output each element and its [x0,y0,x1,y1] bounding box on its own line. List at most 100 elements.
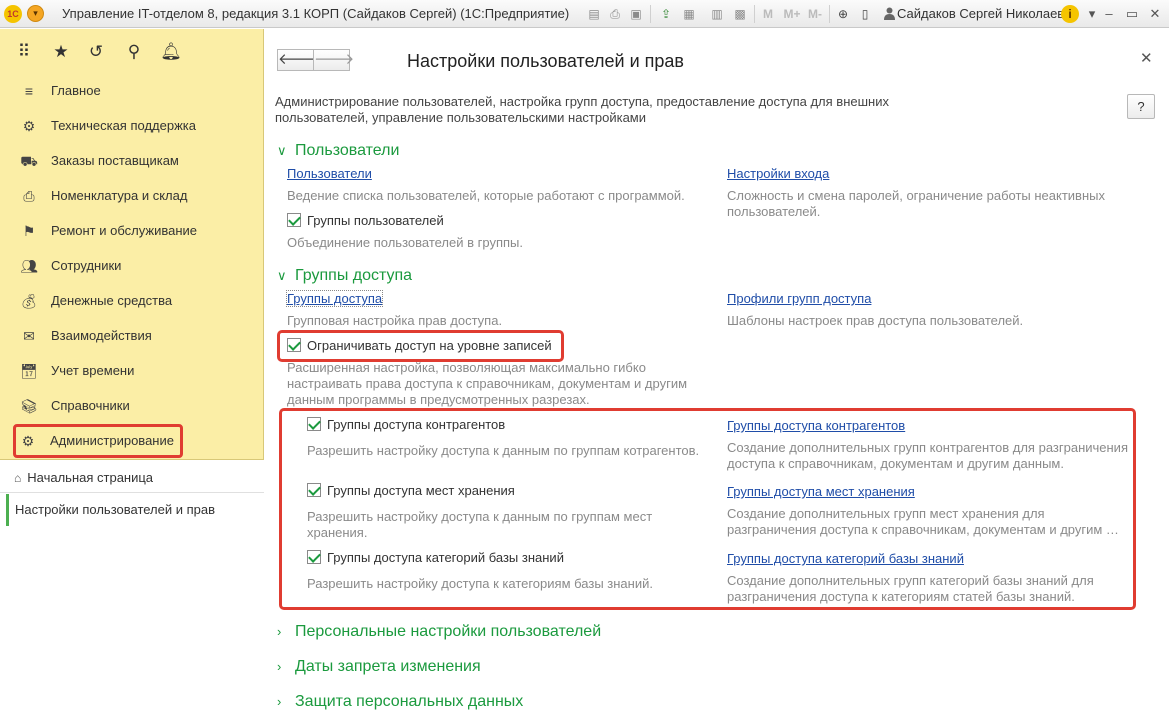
upload-icon[interactable]: ⇪ [657,5,675,23]
docs-icon[interactable]: ▦ [680,5,698,23]
help-button[interactable]: ? [1127,94,1155,119]
home-icon: ⌂ [14,471,22,485]
chevron-down-icon: ∨ [277,268,287,283]
calendar-icon[interactable]: ▩ [731,5,749,23]
users-link[interactable]: Пользователи [287,166,372,181]
sidebar-item-repair[interactable]: ⚑ Ремонт и обслуживание [14,214,258,248]
counterparty-groups-link-note: Создание дополнительных групп контрагент… [727,440,1128,471]
storage-groups-link-note: Создание дополнительных групп мест хране… [727,506,1119,537]
m-minus-icon[interactable]: M- [805,5,825,23]
sidebar-item-label: Ремонт и обслуживание [51,223,197,238]
sidebar-item-employees[interactable]: 👥︎ Сотрудники [14,249,258,283]
sidebar-item-main[interactable]: ≡ Главное [14,74,258,108]
main-menu-button[interactable]: ▾ [27,5,44,22]
knowledge-groups-link[interactable]: Группы доступа категорий базы знаний [727,551,964,566]
sidebar-item-nomenclature[interactable]: ⎙ Номенклатура и склад [14,179,258,213]
sidebar-item-label: Справочники [51,398,130,413]
sidebar-toolbar: ⠿ ★ ↺ ⚲ 🔔︎ [0,29,264,73]
info-icon[interactable]: i [1061,5,1079,23]
sidebar-item-label: Сотрудники [51,258,122,273]
access-groups-note: Групповая настройка прав доступа. [287,313,503,328]
checkbox-checked-icon [307,483,321,497]
access-profiles-link[interactable]: Профили групп доступа [727,291,871,306]
page-title: Настройки пользователей и прав [407,51,684,71]
current-user[interactable]: Сайдаков Сергей Николаевич [897,6,1078,21]
window-title: Управление IT-отделом 8, редакция 3.1 КО… [62,6,570,21]
panel-icon[interactable]: ▯ [856,5,874,23]
section-users-header[interactable]: ∨ Пользователи [277,142,399,160]
storage-groups-link[interactable]: Группы доступа мест хранения [727,484,915,499]
checkbox-label: Группы доступа категорий базы знаний [327,550,564,565]
section-title: Пользователи [295,142,400,159]
home-page-label: Начальная страница [27,470,154,485]
money-icon: 💰︎ [20,293,38,309]
save-icon[interactable]: ▤ [585,5,603,23]
sidebar-item-label: Администрирование [50,433,174,448]
sidebar-item-catalogs[interactable]: 📚︎ Справочники [14,389,258,423]
print-icon[interactable]: ⎙ [606,5,624,23]
user-icon [884,7,895,20]
sidebar-item-support[interactable]: ⚙ Техническая поддержка [14,109,258,143]
m-icon[interactable]: M [759,5,777,23]
m-plus-icon[interactable]: M+ [781,5,803,23]
counterparty-groups-checkbox[interactable]: Группы доступа контрагентов [307,417,505,432]
close-icon[interactable]: ✕ [1140,49,1153,67]
counterparty-groups-note: Разрешить настройку доступа к данным по … [307,443,700,458]
books-icon: 📚︎ [20,398,38,414]
checkbox-checked-icon [287,338,301,352]
search-icon[interactable]: ⚲ [123,41,145,63]
knowledge-groups-note: Разрешить настройку доступа к категориям… [307,576,653,591]
record-level-note: Расширенная настройка, позволяющая макси… [287,360,688,407]
maximize-icon[interactable]: ▭ [1123,5,1141,23]
access-groups-link[interactable]: Группы доступа [285,290,384,307]
back-button[interactable]: 🡐 [277,49,318,71]
sidebar: ⠿ ★ ↺ ⚲ 🔔︎ ≡ Главное ⚙ Техническая подде… [0,29,264,728]
section-access-groups-header[interactable]: ∨ Группы доступа [277,267,412,285]
history-icon[interactable]: ↺ [85,41,107,63]
sidebar-item-label: Заказы поставщикам [51,153,179,168]
section-closing-dates-header[interactable]: › Даты запрета изменения [277,658,481,676]
minimize-icon[interactable]: – [1100,5,1118,23]
section-title: Защита персональных данных [295,693,524,710]
record-level-access-checkbox[interactable]: Ограничивать доступ на уровне записей [287,338,552,353]
zoom-icon[interactable]: ⊕ [834,5,852,23]
sidebar-item-time[interactable]: 📅︎ Учет времени [14,354,258,388]
app-logo-icon: 1С [4,5,22,23]
knowledge-groups-checkbox[interactable]: Группы доступа категорий базы знаний [307,550,564,565]
printer-icon: ⎙ [23,188,35,204]
chevron-right-icon: › [277,659,282,674]
star-icon[interactable]: ★ [50,41,72,63]
login-settings-link[interactable]: Настройки входа [727,166,829,181]
preview-icon[interactable]: ▣ [627,5,645,23]
section-title: Даты запрета изменения [295,658,481,675]
home-page-link[interactable]: ⌂ Начальная страница [14,470,153,485]
sidebar-item-orders[interactable]: ⛟ Заказы поставщикам [14,144,258,178]
access-profiles-note: Шаблоны настроек прав доступа пользовате… [727,313,1024,328]
open-windows-panel: ⌂ Начальная страница Настройки пользовате… [0,459,264,728]
close-window-icon[interactable]: ✕ [1146,5,1164,23]
bell-icon[interactable]: 🔔︎ [160,41,182,63]
clipboard-icon[interactable]: ▥ [708,5,726,23]
storage-groups-checkbox[interactable]: Группы доступа мест хранения [307,483,515,498]
sidebar-item-interactions[interactable]: ✉ Взаимодействия [14,319,258,353]
chevron-down-icon[interactable]: ▾ [1083,5,1101,23]
section-personal-data-header[interactable]: › Защита персональных данных [277,693,523,711]
gear-icon: ⚙ [21,433,35,449]
login-settings-note: Сложность и смена паролей, ограничение р… [727,188,1105,219]
section-title: Персональные настройки пользователей [295,623,602,640]
open-tab-user-settings[interactable]: Настройки пользователей и прав [6,494,264,526]
checkbox-label: Группы пользователей [307,213,444,228]
user-groups-checkbox[interactable]: Группы пользователей [287,213,444,228]
chevron-down-icon: ∨ [277,143,287,158]
chevron-right-icon: › [277,624,282,639]
checkbox-label: Группы доступа контрагентов [327,417,506,432]
apps-icon[interactable]: ⠿ [13,41,35,63]
page-description: Администрирование пользователей, настрой… [275,94,889,125]
knowledge-groups-link-note: Создание дополнительных групп категорий … [727,573,1094,604]
section-personal-settings-header[interactable]: › Персональные настройки пользователей [277,623,601,641]
forward-button[interactable]: 🡒 [313,49,354,71]
sidebar-item-administration[interactable]: ⚙ Администрирование [13,424,183,458]
sidebar-item-money[interactable]: 💰︎ Денежные средства [14,284,258,318]
sidebar-item-label: Учет времени [51,363,135,378]
counterparty-groups-link[interactable]: Группы доступа контрагентов [727,418,905,433]
